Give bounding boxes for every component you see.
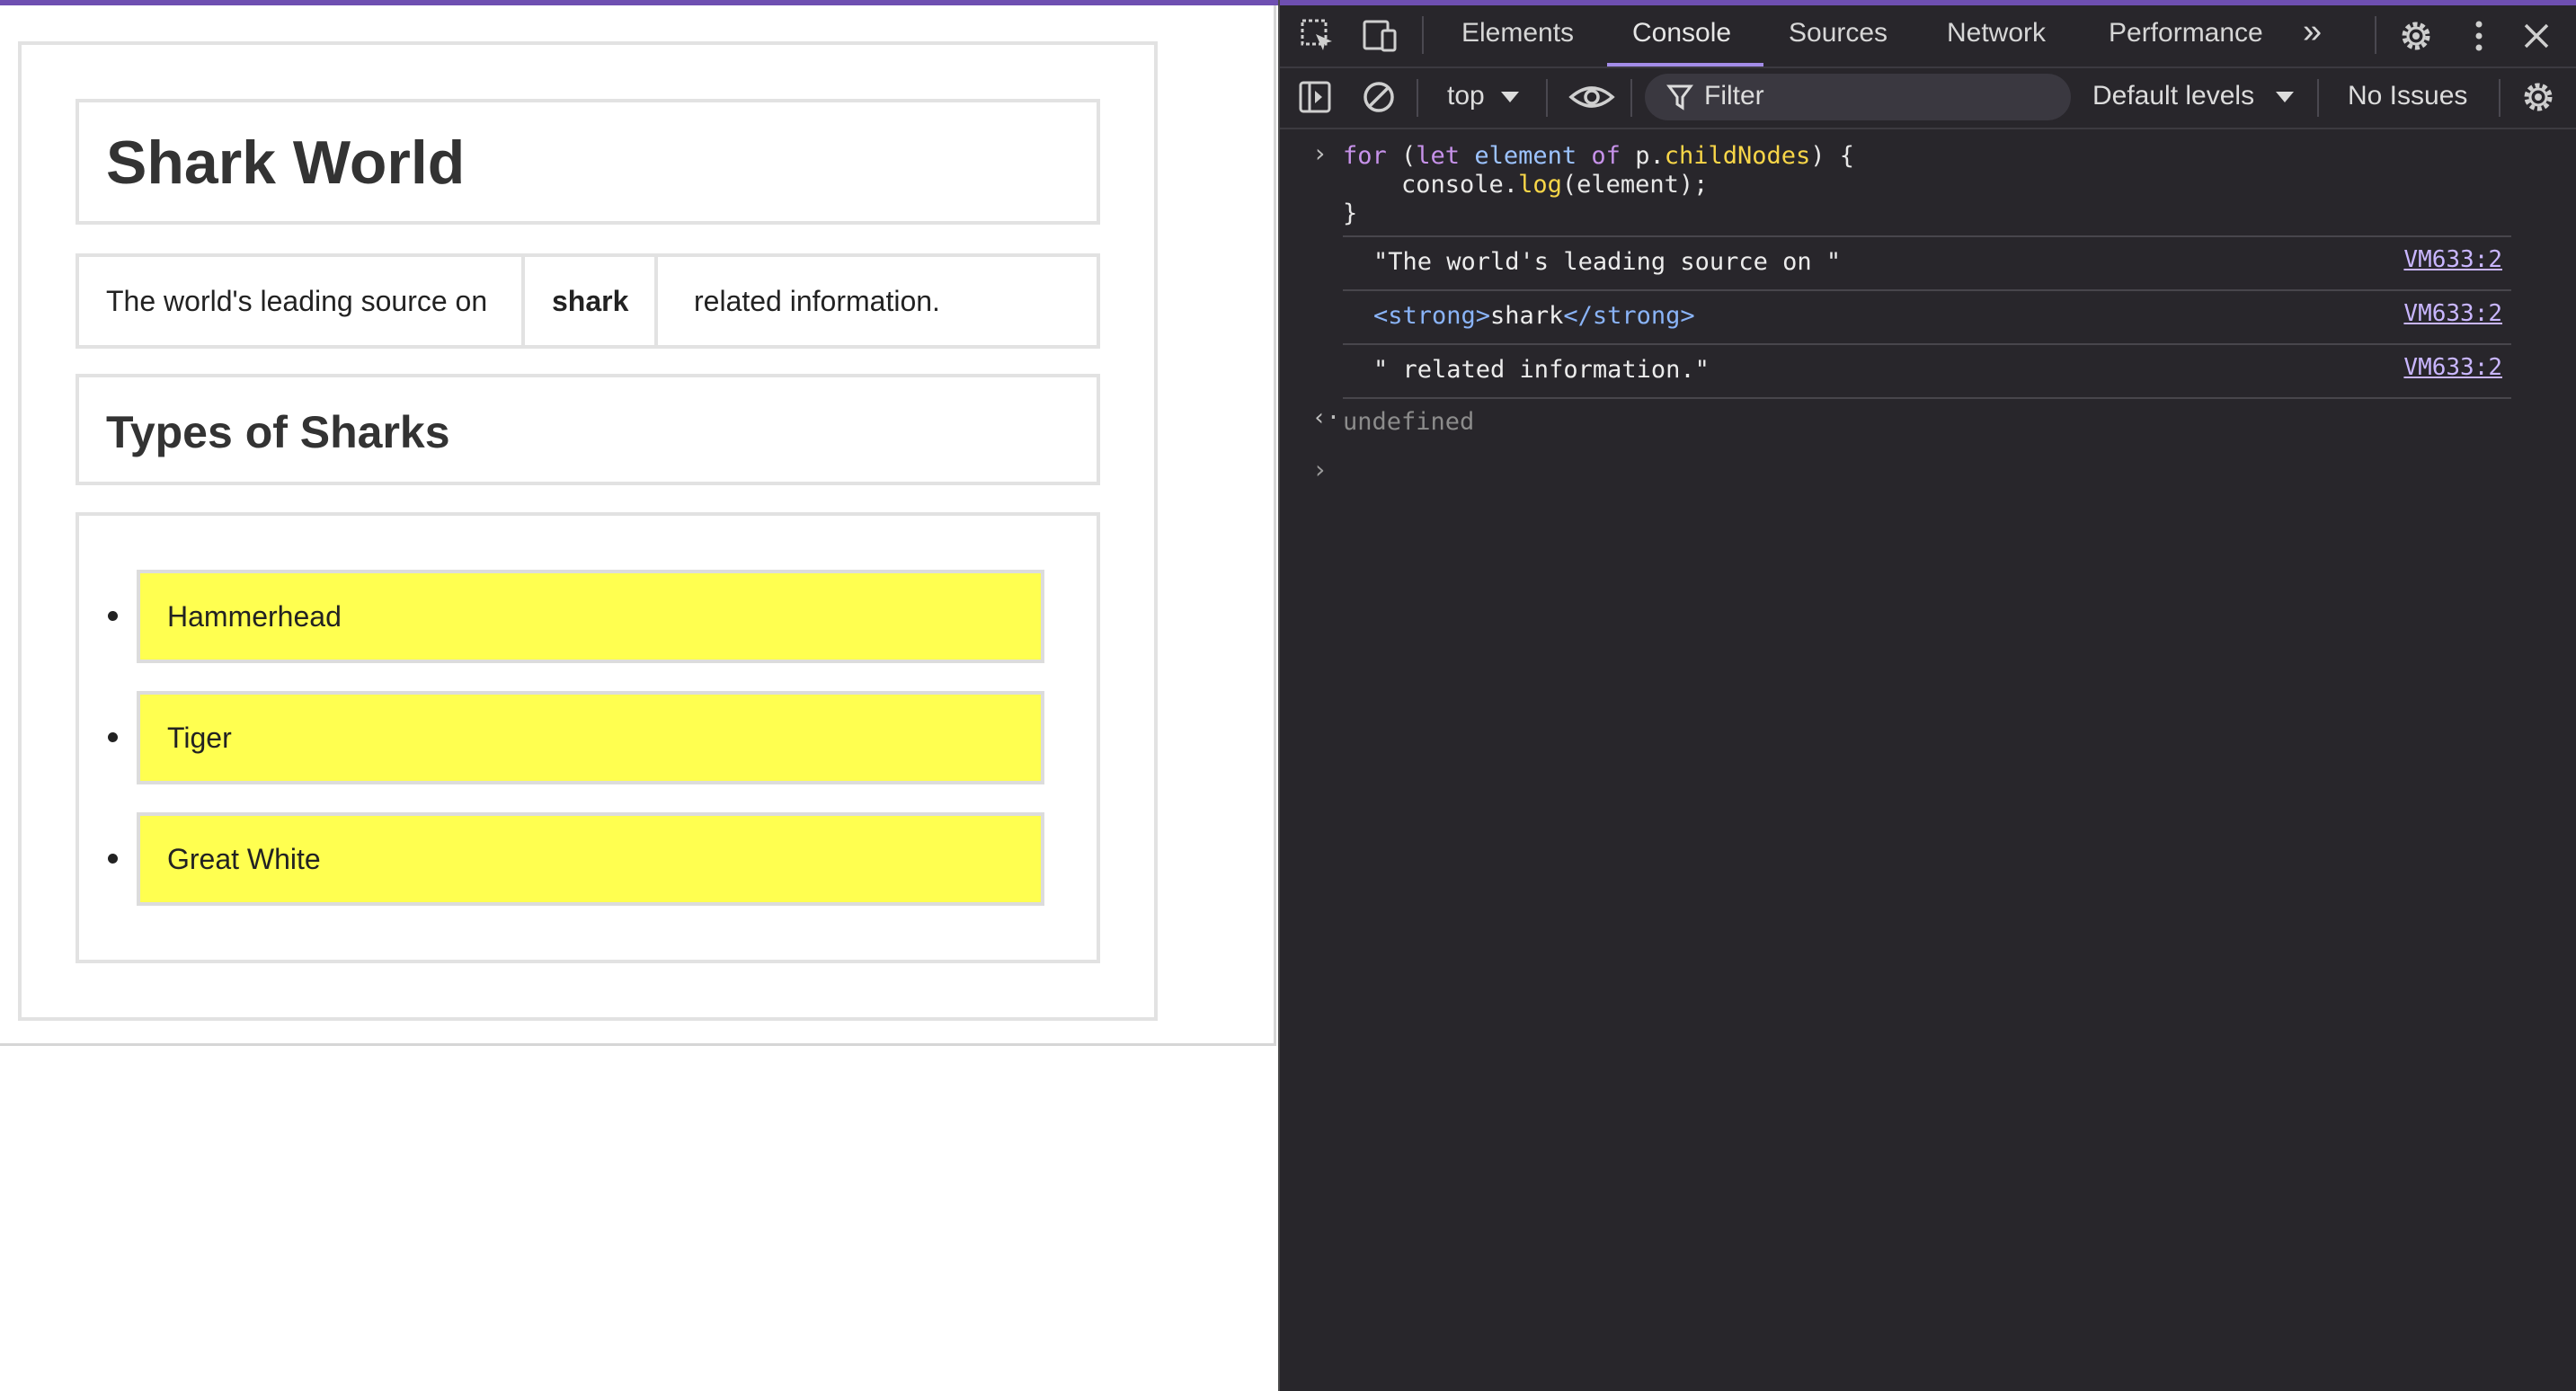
chevron-down-icon: [1501, 92, 1519, 102]
bullet-icon: [108, 611, 118, 621]
list-item: Great White: [137, 812, 1044, 906]
context-selector[interactable]: top: [1447, 81, 1485, 111]
console-settings-gear-icon[interactable]: [2518, 77, 2558, 117]
paragraph-text-after: related information.: [654, 253, 1100, 349]
return-value-arrow-icon: ‹·: [1312, 404, 1341, 431]
filter-funnel-icon: [1666, 84, 1693, 111]
toolbar-divider: [1417, 79, 1418, 117]
tab-elements[interactable]: Elements: [1461, 18, 1574, 49]
log-levels-dropdown[interactable]: Default levels: [2092, 81, 2254, 111]
return-value: undefined: [1343, 408, 1475, 436]
toolbar-divider: [1630, 79, 1632, 117]
device-toolbar-icon[interactable]: [1361, 16, 1400, 56]
tab-console[interactable]: Console: [1632, 18, 1731, 49]
live-expression-eye-icon[interactable]: [1568, 77, 1616, 117]
log-output-element[interactable]: <strong>shark</strong>: [1373, 302, 1695, 330]
source-link[interactable]: VM633:2: [2403, 246, 2502, 273]
console-input-line-3: }: [1343, 199, 1358, 227]
more-options-icon[interactable]: [2459, 16, 2499, 56]
tab-performance[interactable]: Performance: [2109, 18, 2263, 49]
source-link[interactable]: VM633:2: [2403, 354, 2502, 381]
console-prompt-chevron-icon[interactable]: ›: [1312, 455, 1328, 484]
list-item: Tiger: [137, 691, 1044, 784]
viewport-frame: Shark World The world's leading source o…: [0, 5, 1276, 1046]
paragraph-strong: shark: [521, 253, 658, 349]
sidebar-toggle-icon[interactable]: [1296, 77, 1336, 117]
input-prompt-chevron-icon: ›: [1312, 138, 1328, 168]
console-input-line-1: for (let element of p.childNodes) {: [1343, 142, 1855, 170]
shark-list: Hammerhead Tiger Great White: [76, 512, 1100, 963]
console-message: <strong>shark</strong> VM633:2: [1343, 289, 2511, 343]
subheading-box: Types of Sharks: [76, 374, 1100, 485]
console-message: "The world's leading source on " VM633:2: [1343, 235, 2511, 289]
tab-network[interactable]: Network: [1947, 18, 2046, 49]
paragraph-text-before: The world's leading source on: [76, 253, 525, 349]
source-link[interactable]: VM633:2: [2403, 300, 2502, 327]
filter-input[interactable]: Filter: [1645, 74, 2071, 120]
page-heading-box: Shark World: [76, 99, 1100, 225]
console-toolbar: top Filter Default levels No Issues: [1280, 68, 2576, 129]
bullet-icon: [108, 854, 118, 864]
toolbar-divider: [2317, 79, 2319, 117]
bullet-icon: [108, 732, 118, 742]
console-message: " related information." VM633:2: [1343, 343, 2511, 399]
devtools-panel: Elements Console Sources Network Perform…: [1278, 0, 2576, 1391]
inspect-element-icon[interactable]: [1298, 16, 1337, 56]
console-output[interactable]: › for (let element of p.childNodes) { co…: [1280, 129, 2576, 1391]
close-icon[interactable]: [2517, 16, 2556, 56]
clear-console-icon[interactable]: [1359, 77, 1399, 117]
chevron-down-icon: [2276, 92, 2294, 102]
filter-placeholder: Filter: [1704, 81, 1764, 111]
more-tabs-icon[interactable]: »: [2303, 13, 2322, 51]
issues-counter[interactable]: No Issues: [2348, 81, 2467, 111]
webpage-pane: Shark World The world's leading source o…: [0, 0, 1278, 1391]
toolbar-divider: [1546, 79, 1548, 117]
subheading: Types of Sharks: [106, 407, 450, 457]
devtools-tab-bar: Elements Console Sources Network Perform…: [1280, 5, 2576, 68]
log-output-text: "The world's leading source on ": [1373, 248, 1842, 276]
page-heading: Shark World: [106, 128, 466, 197]
tab-sources[interactable]: Sources: [1789, 18, 1888, 49]
list-item: Hammerhead: [137, 570, 1044, 663]
console-input-line-2: console.log(element);: [1343, 171, 1709, 199]
toolbar-divider: [1422, 16, 1424, 54]
settings-gear-icon[interactable]: [2396, 16, 2436, 56]
active-tab-indicator: [1607, 63, 1763, 66]
toolbar-divider: [2375, 16, 2376, 54]
toolbar-divider: [2499, 79, 2500, 117]
log-output-text: " related information.": [1373, 356, 1710, 384]
